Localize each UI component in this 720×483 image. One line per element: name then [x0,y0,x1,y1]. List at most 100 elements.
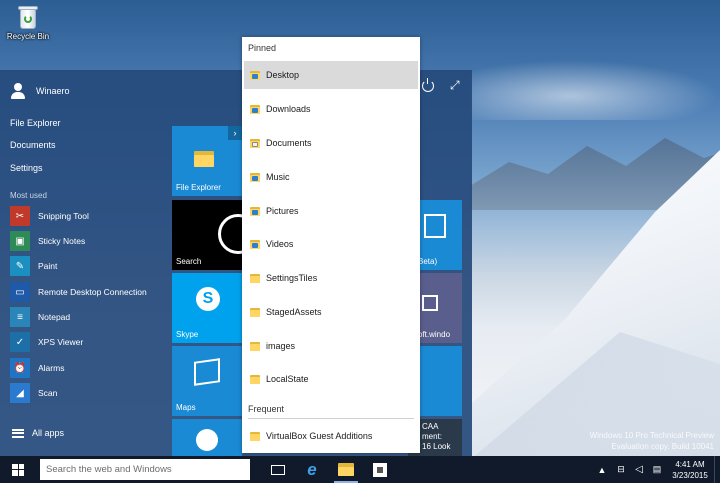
most-used-item-remote-desktop[interactable]: ▭ Remote Desktop Connection [10,281,147,303]
jumplist-item-images[interactable]: images [244,332,418,360]
user-avatar-icon [10,83,26,99]
most-used-item-paint[interactable]: ✎ Paint [10,255,57,277]
windows-logo-icon [12,463,24,476]
internet-explorer-taskbar-button[interactable]: e [296,456,328,483]
jumplist-item-label: Downloads [266,104,311,114]
jumplist-item-label: Music [266,172,290,182]
clock-date: 3/23/2015 [672,471,708,480]
recycle-bin-icon [17,4,39,30]
remote-desktop-icon: ▭ [10,282,30,302]
settings-link[interactable]: Settings [10,163,43,173]
tile-label: Search [176,257,202,266]
most-used-item-scan[interactable]: ◢ Scan [10,382,57,404]
skype-icon: S [196,287,220,311]
palette-icon: ✎ [10,256,30,276]
tile-file-explorer[interactable]: › File Explorer [172,126,242,196]
all-apps-label: All apps [32,428,65,438]
taskbar-search-input[interactable]: Search the web and Windows [40,459,250,480]
jumplist-item-label: Documents [266,138,312,148]
most-used-item-sticky-notes[interactable]: ▣ Sticky Notes [10,230,85,252]
store-bag-icon [373,462,387,477]
jumplist-item-pictures[interactable]: Pictures [244,197,418,225]
most-used-item-alarms[interactable]: ⏰ Alarms [10,357,64,379]
action-center-icon[interactable]: ▤ [650,456,664,483]
evaluation-watermark: Windows 10 Pro Technical Preview Evaluat… [590,430,714,452]
most-used-item-notepad[interactable]: ≡ Notepad [10,306,70,328]
xps-icon: ✓ [10,332,30,352]
tile-weather[interactable] [172,419,242,456]
tile-search[interactable]: Search [172,200,242,270]
search-ring-icon [218,214,242,254]
pinned-heading: Pinned [248,43,277,53]
watermark-line1: Windows 10 Pro Technical Preview [589,431,714,440]
jumplist-item-localstate[interactable]: LocalState [244,365,418,393]
jumplist-item-stagedassets[interactable]: StagedAssets [244,298,418,326]
app-label: Scan [38,388,58,398]
alarm-icon: ⏰ [10,358,30,378]
jumplist-item-label: Pictures [266,206,299,216]
pictures-folder-icon [250,206,260,216]
start-menu-left-pane: Winaero File Explorer Documents Settings… [0,70,168,456]
store-icon [424,214,446,238]
documents-folder-icon [250,138,260,148]
folder-icon [250,273,260,283]
jumplist-item-desktop[interactable]: Desktop [244,61,418,89]
user-name: Winaero [36,86,70,96]
taskbar: Search the web and Windows e ▲ ⊟ ◁ ▤ 4:4… [0,456,720,483]
show-hidden-icons-chevron-icon[interactable]: ▲ [596,456,608,483]
app-label: Sticky Notes [38,236,86,246]
jumplist-item-virtualbox-guest-additions[interactable]: VirtualBox Guest Additions [244,422,418,450]
download-folder-icon [250,104,260,114]
sun-icon [196,429,218,451]
recycle-bin-label: Recycle Bin [6,32,50,41]
folder-icon [338,463,354,476]
app-label: Snipping Tool [38,211,89,221]
task-view-button[interactable] [262,456,294,483]
folder-icon [250,431,260,441]
jumplist-item-music[interactable]: Music [244,163,418,191]
documents-link[interactable]: Documents [10,140,56,150]
volume-icon[interactable]: ◁ [632,456,646,483]
jumplist-item-videos[interactable]: Videos [244,230,418,258]
expand-icon[interactable]: ⤢ [450,78,460,93]
tile-label: Maps [176,403,196,412]
wallpaper-clouds [470,60,720,120]
clock-time: 4:41 AM [675,460,705,469]
frequent-heading: Frequent [248,404,285,414]
power-icon[interactable] [422,78,434,92]
jumplist-item-label: LocalState [266,374,309,384]
tile-skype[interactable]: S Skype [172,273,242,343]
start-button[interactable] [0,456,36,483]
news-headline: CAA ment: 16 Look [422,422,450,452]
recycle-bin-desktop-icon[interactable]: Recycle Bin [6,4,50,41]
most-used-heading: Most used [10,191,47,200]
jumplist-item-settingstiles[interactable]: SettingsTiles [244,264,418,292]
all-apps-button[interactable]: All apps [12,428,64,438]
show-desktop-button[interactable] [714,456,720,483]
map-icon [194,358,220,386]
tile-label: Beta) [418,257,438,266]
frequent-divider [248,418,414,419]
list-icon [12,428,24,438]
folder-icon [194,150,218,168]
file-explorer-taskbar-button[interactable] [330,456,362,483]
jumplist-item-documents[interactable]: Documents [244,129,418,157]
watermark-line2: Evaluation copy. Build 10041 [611,442,714,451]
jumplist-item-label: VirtualBox Guest Additions [266,431,373,441]
taskbar-clock[interactable]: 4:41 AM 3/23/2015 [668,459,712,481]
user-account-button[interactable]: Winaero [10,80,70,102]
store-taskbar-button[interactable] [364,456,396,483]
folder-icon [250,307,260,317]
network-icon[interactable]: ⊟ [613,456,629,483]
tile-maps[interactable]: Maps [172,346,242,416]
jumplist-item-downloads[interactable]: Downloads [244,95,418,123]
folder-icon [250,341,260,351]
most-used-item-snipping-tool[interactable]: ✂ Snipping Tool [10,205,89,227]
jumplist-item-label: StagedAssets [266,307,322,317]
scan-icon: ◢ [10,383,30,403]
file-explorer-link[interactable]: File Explorer [10,118,61,128]
most-used-item-xps-viewer[interactable]: ✓ XPS Viewer [10,331,83,353]
tile-jumplist-chevron-icon[interactable]: › [228,126,242,140]
jumplist-item-label: Videos [266,239,294,249]
jumplist-item-label: SettingsTiles [266,273,318,283]
